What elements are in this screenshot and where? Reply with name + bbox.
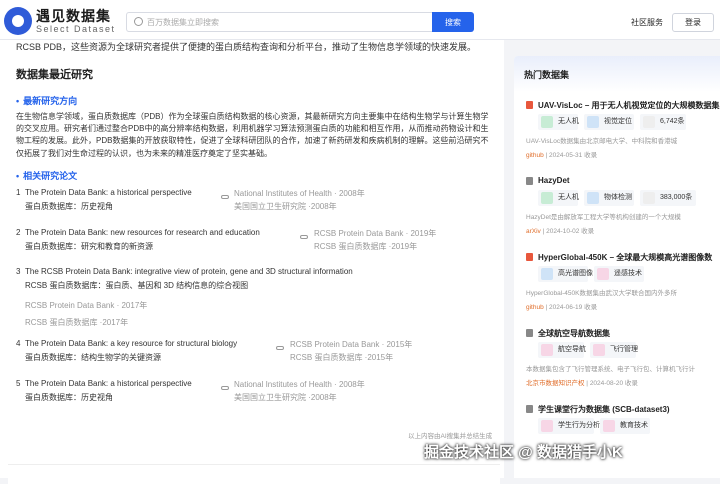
tag[interactable]: 学生行为分析 (538, 418, 600, 434)
intro-text: RCSB PDB，这些资源为全球研究者提供了便捷的蛋白质结构查询和分析平台，推动… (16, 42, 477, 52)
link-icon (221, 195, 229, 199)
paper-meta-cn: RCSB 蛋白质数据库 ·2019年 (314, 242, 418, 251)
paper-meta-en: National Institutes of Health · 2008年 (234, 380, 365, 389)
dataset-type-icon (526, 329, 533, 337)
dataset-description: HyperGlobal-450K数据集由武汉大学联合国内外多所 (526, 290, 677, 297)
tag[interactable]: 高光谱图像 (538, 266, 593, 282)
search-box[interactable] (126, 12, 432, 32)
paper-meta-en: RCSB Protein Data Bank · 2015年 (290, 340, 413, 349)
dataset-type-icon (526, 405, 533, 413)
hot-datasets-title: 热门数据集 (524, 70, 570, 80)
dataset-title[interactable]: HyperGlobal-450K – 全球最大规模高光谱图像数 (538, 252, 712, 263)
tag[interactable]: 教育技术 (600, 418, 650, 434)
tag-icon (597, 268, 609, 280)
research-direction-title: 最新研究方向 (16, 94, 77, 107)
paper-meta-cn: 美国国立卫生研究院 ·2008年 (234, 202, 337, 211)
paper-title-cn[interactable]: 蛋白质数据库：历史视角 (25, 201, 113, 212)
paper-number: 2 (16, 228, 21, 237)
papers-title: 相关研究论文 (16, 169, 77, 182)
paper-title-cn[interactable]: 蛋白质数据库：结构生物学的关键资源 (25, 352, 161, 363)
paper-title-en[interactable]: The Protein Data Bank: new resources for… (25, 228, 260, 237)
paper-meta-cn: RCSB 蛋白质数据库 ·2017年 (25, 318, 129, 327)
tag-icon (593, 344, 605, 356)
paper-number: 3 (16, 267, 21, 276)
tag-icon (603, 420, 615, 432)
dataset-description: 本数据集包含了飞行管理系统、电子飞行包、计算机飞行计 (526, 366, 695, 373)
ai-footnote: 以上内容由AI搜集并总结生成 (408, 433, 493, 440)
dataset-source: github | 2024-06-19 收录 (526, 304, 598, 311)
link-icon (276, 346, 284, 350)
dataset-description: HazyDet是由解放军工程大学等机构创建的一个大规模 (526, 214, 681, 221)
paper-meta-en: RCSB Protein Data Bank · 2017年 (25, 301, 148, 310)
link-icon (221, 386, 229, 390)
top-header: 遇见数据集 Select Dataset 搜索 社区服务 登录 (0, 0, 720, 40)
dataset-source: 北京市数据知识产权 | 2024-08-20 收录 (526, 380, 638, 387)
tag-icon (587, 116, 599, 128)
search-icon (134, 17, 143, 26)
count-badge: 383,000条 (640, 190, 696, 206)
dataset-description: UAV-VisLoc数据集由北京邮电大学、中科院和香港城 (526, 138, 678, 145)
dataset-type-icon (526, 177, 533, 185)
paper-title-cn[interactable]: 蛋白质数据库：研究和教育的新资源 (25, 241, 153, 252)
dataset-title[interactable]: HazyDet (538, 176, 570, 185)
paper-title-cn[interactable]: RCSB 蛋白质数据库：蛋白质、基因和 3D 结构信息的综合视图 (25, 280, 248, 291)
tag[interactable]: 遥感技术 (594, 266, 644, 282)
tag[interactable]: 无人机 (538, 190, 579, 206)
community-service-link[interactable]: 社区服务 (631, 17, 663, 28)
paper-title-cn[interactable]: 蛋白质数据库：历史视角 (25, 392, 113, 403)
tag-icon (541, 344, 553, 356)
paper-meta-cn: 美国国立卫生研究院 ·2008年 (234, 393, 337, 402)
dataset-title[interactable]: 学生课堂行为数据集 (SCB-dataset3) (538, 404, 670, 415)
logo-icon[interactable] (4, 7, 32, 35)
hot-datasets-panel: 热门数据集 UAV-VisLoc – 用于无人机视觉定位的大规模数据集 无人机 … (514, 56, 720, 478)
research-paragraph: 在生物信息学领域，蛋白质数据库（PDB）作为全球蛋白质结构数据的核心资源，其最新… (16, 112, 489, 158)
tag[interactable]: 无人机 (538, 114, 579, 130)
dataset-title[interactable]: 全球航空导航数据集 (538, 328, 610, 339)
logo-title[interactable]: 遇见数据集 (36, 6, 111, 26)
watermark: 掘金技术社区 @ 数据猎手小K (424, 444, 623, 461)
link-icon (300, 235, 308, 239)
paper-title-en[interactable]: The Protein Data Bank: a key resource fo… (25, 339, 237, 348)
dataset-type-icon (526, 253, 533, 261)
section-title: 数据集最近研究 (16, 69, 93, 81)
paper-number: 4 (16, 339, 21, 348)
dataset-source: github | 2024-05-31 收录 (526, 152, 598, 159)
paper-title-en[interactable]: The RCSB Protein Data Bank: integrative … (25, 267, 353, 276)
tag-icon (541, 268, 553, 280)
dataset-title[interactable]: UAV-VisLoc – 用于无人机视觉定位的大规模数据集 (538, 100, 720, 111)
search-input[interactable] (147, 15, 427, 30)
tag[interactable]: 飞行管理 (590, 342, 638, 358)
paper-number: 5 (16, 379, 21, 388)
tag[interactable]: 航空导航 (538, 342, 586, 358)
tag[interactable]: 物体检测 (584, 190, 634, 206)
bottom-card (8, 464, 500, 484)
paper-meta-en: RCSB Protein Data Bank · 2019年 (314, 229, 437, 238)
database-icon (643, 116, 655, 128)
logo-subtitle: Select Dataset (36, 24, 116, 34)
tag-icon (587, 192, 599, 204)
main-content: RCSB PDB，这些资源为全球研究者提供了便捷的蛋白质结构查询和分析平台，推动… (0, 40, 504, 484)
tag-icon (541, 420, 553, 432)
paper-meta-en: National Institutes of Health · 2008年 (234, 189, 365, 198)
tag-icon (541, 192, 553, 204)
tag[interactable]: 视觉定位 (584, 114, 634, 130)
paper-title-en[interactable]: The Protein Data Bank: a historical pers… (25, 379, 192, 388)
paper-title-en[interactable]: The Protein Data Bank: a historical pers… (25, 188, 192, 197)
database-icon (643, 192, 655, 204)
dataset-source: arXiv | 2024-10-02 收录 (526, 228, 595, 235)
dataset-type-icon (526, 101, 533, 109)
tag-icon (541, 116, 553, 128)
search-button[interactable]: 搜索 (432, 12, 474, 32)
count-badge: 6,742条 (640, 114, 686, 130)
paper-meta-cn: RCSB 蛋白质数据库 ·2015年 (290, 353, 394, 362)
login-button[interactable]: 登录 (672, 13, 714, 32)
paper-number: 1 (16, 188, 21, 197)
